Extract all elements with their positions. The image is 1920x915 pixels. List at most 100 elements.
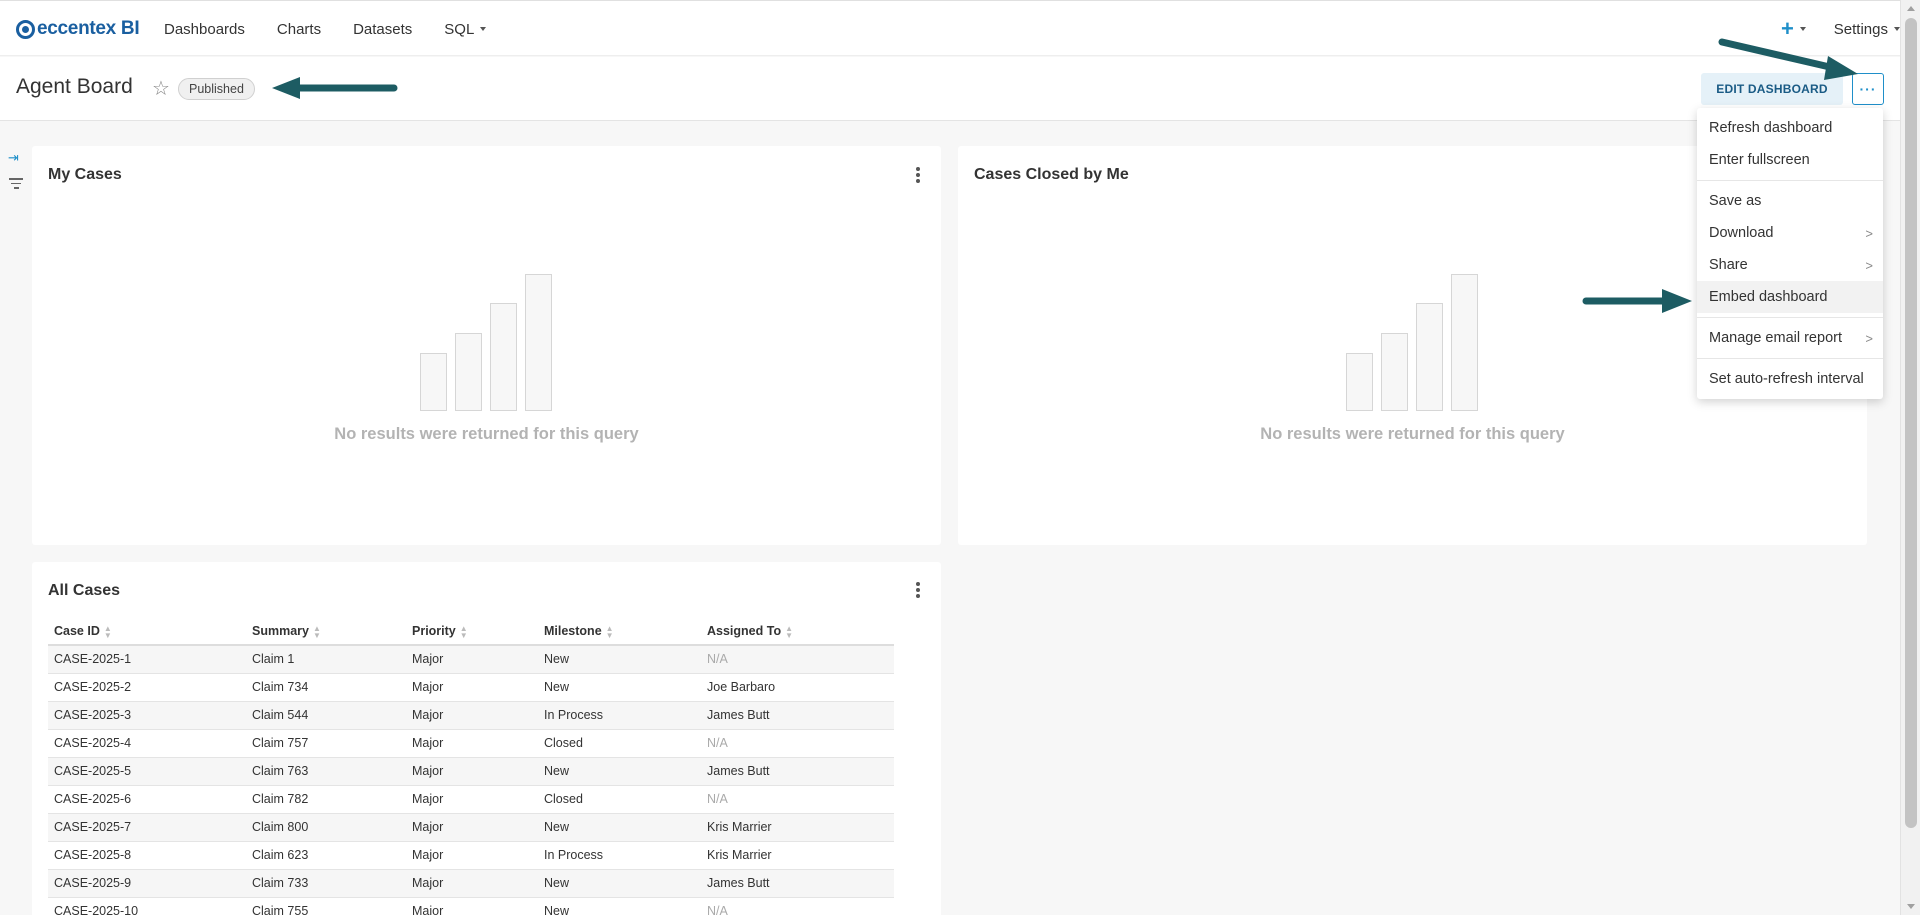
annotation-arrow [1582, 289, 1692, 313]
table-cell: Claim 757 [246, 729, 406, 758]
cases-table: Case ID ▲ ▼ Summary ▲ ▼ Priority ▲ ▼ Milestone… [48, 619, 894, 915]
menu-divider [1697, 358, 1883, 359]
chart-title: My Cases [48, 166, 122, 183]
empty-message: No results were returned for this query [334, 425, 639, 443]
menu-item-save-as[interactable]: Save as [1697, 185, 1883, 217]
table-cell: CASE-2025-6 [48, 785, 246, 814]
table-cell: New [538, 813, 701, 842]
table-row[interactable]: CASE-2025-1 Claim 1 Major New N/A [48, 645, 894, 674]
nav-link-sql-label: SQL [444, 20, 475, 38]
nav-link-datasets[interactable]: Datasets [353, 21, 412, 38]
table-cell: In Process [538, 701, 701, 730]
menu-item-set-auto-refresh-interval[interactable]: Set auto-refresh interval [1697, 363, 1883, 395]
column-header-case-id[interactable]: Case ID ▲ ▼ [48, 619, 246, 646]
table-cell: CASE-2025-10 [48, 897, 246, 915]
table-cell: Closed [538, 729, 701, 758]
table-row[interactable]: CASE-2025-4 Claim 757 Major Closed N/A [48, 729, 894, 758]
status-badge[interactable]: Published [178, 78, 255, 100]
column-header-summary[interactable]: Summary ▲ ▼ [246, 619, 406, 646]
sort-icon: ▲ ▼ [459, 623, 468, 640]
table-cell: New [538, 757, 701, 786]
expand-filters-icon[interactable]: ⇥ [8, 150, 19, 166]
chevron-right-icon: > [1865, 258, 1873, 273]
sort-icon: ▲ ▼ [605, 623, 614, 640]
table-cell: Kris Marrier [701, 841, 894, 870]
table-row[interactable]: CASE-2025-10 Claim 755 Major New N/A [48, 897, 894, 915]
menu-item-label: Save as [1709, 193, 1762, 209]
table-cell: Kris Marrier [701, 813, 894, 842]
column-header-assigned-to[interactable]: Assigned To ▲ ▼ [701, 619, 894, 646]
table-cell: N/A [701, 897, 894, 915]
nav-links: Dashboards Charts Datasets SQL [164, 1, 518, 57]
table-cell: Claim 734 [246, 673, 406, 702]
logo[interactable]: eccentex BI [16, 16, 140, 42]
dashboard-options-menu: Refresh dashboard Enter fullscreen Save as… [1697, 108, 1883, 399]
table-cell: CASE-2025-8 [48, 841, 246, 870]
menu-divider [1697, 317, 1883, 318]
top-navbar: eccentex BI Dashboards Charts Datasets S… [0, 0, 1900, 56]
menu-item-share[interactable]: Share > [1697, 249, 1883, 281]
table-cell: Claim 544 [246, 701, 406, 730]
menu-item-label: Manage email report [1709, 330, 1842, 346]
table-cell: New [538, 673, 701, 702]
sort-icon: ▲ ▼ [312, 623, 321, 640]
scroll-up-icon[interactable] [1907, 6, 1915, 11]
table-cell: Claim 755 [246, 897, 406, 915]
nav-link-charts[interactable]: Charts [277, 21, 321, 38]
chart-menu-icon[interactable] [910, 579, 926, 601]
table-row[interactable]: CASE-2025-9 Claim 733 Major New James Butt [48, 869, 894, 898]
table-cell: Closed [538, 785, 701, 814]
table-cell: Major [406, 645, 538, 674]
table-row[interactable]: CASE-2025-2 Claim 734 Major New Joe Barbaro [48, 673, 894, 702]
column-header-priority[interactable]: Priority ▲ ▼ [406, 619, 538, 646]
table-cell: New [538, 645, 701, 674]
logo-text: eccentex BI [37, 18, 140, 39]
vertical-scrollbar[interactable] [1900, 0, 1920, 915]
scroll-down-icon[interactable] [1907, 904, 1915, 909]
menu-item-embed-dashboard[interactable]: Embed dashboard [1697, 281, 1883, 313]
table-cell: N/A [701, 785, 894, 814]
chevron-down-icon [480, 27, 487, 31]
table-cell: James Butt [701, 869, 894, 898]
table-cell: James Butt [701, 757, 894, 786]
menu-item-manage-email-report[interactable]: Manage email report > [1697, 322, 1883, 354]
chevron-right-icon: > [1865, 226, 1873, 241]
menu-item-label: Refresh dashboard [1709, 120, 1833, 136]
table-cell: Claim 623 [246, 841, 406, 870]
table-row[interactable]: CASE-2025-7 Claim 800 Major New Kris Marrier [48, 813, 894, 842]
table-row[interactable]: CASE-2025-3 Claim 544 Major In Process James… [48, 701, 894, 730]
menu-item-download[interactable]: Download > [1697, 217, 1883, 249]
table-cell: Major [406, 869, 538, 898]
table-cell: New [538, 869, 701, 898]
table-cell: Joe Barbaro [701, 673, 894, 702]
table-row[interactable]: CASE-2025-5 Claim 763 Major New James Butt [48, 757, 894, 786]
table-header-row: Case ID ▲ ▼ Summary ▲ ▼ Priority ▲ ▼ Milestone… [48, 619, 894, 646]
table-cell: Claim 1 [246, 645, 406, 674]
menu-item-label: Embed dashboard [1709, 289, 1828, 305]
column-header-milestone[interactable]: Milestone ▲ ▼ [538, 619, 701, 646]
table-cell: CASE-2025-4 [48, 729, 246, 758]
scroll-thumb[interactable] [1905, 18, 1917, 828]
menu-item-refresh-dashboard[interactable]: Refresh dashboard [1697, 112, 1883, 144]
annotation-arrow [1718, 38, 1858, 80]
nav-link-sql[interactable]: SQL [444, 20, 487, 38]
empty-chart-icon [420, 271, 560, 411]
table-cell: Claim 782 [246, 785, 406, 814]
table-cell: CASE-2025-5 [48, 757, 246, 786]
menu-item-label: Set auto-refresh interval [1709, 371, 1864, 387]
table-cell: Claim 800 [246, 813, 406, 842]
table-cell: Major [406, 897, 538, 915]
empty-message: No results were returned for this query [1260, 425, 1565, 443]
star-icon[interactable]: ☆ [152, 76, 170, 101]
chart-menu-icon[interactable] [910, 164, 926, 186]
table-cell: James Butt [701, 701, 894, 730]
table-cell: N/A [701, 729, 894, 758]
menu-item-enter-fullscreen[interactable]: Enter fullscreen [1697, 144, 1883, 176]
table-row[interactable]: CASE-2025-6 Claim 782 Major Closed N/A [48, 785, 894, 814]
nav-link-dashboards[interactable]: Dashboards [164, 21, 245, 38]
table-row[interactable]: CASE-2025-8 Claim 623 Major In Process Kris … [48, 841, 894, 870]
filter-icon[interactable] [9, 178, 23, 192]
dashboard-title[interactable]: Agent Board [16, 75, 133, 99]
menu-item-label: Download [1709, 225, 1774, 241]
table-cell: Major [406, 757, 538, 786]
